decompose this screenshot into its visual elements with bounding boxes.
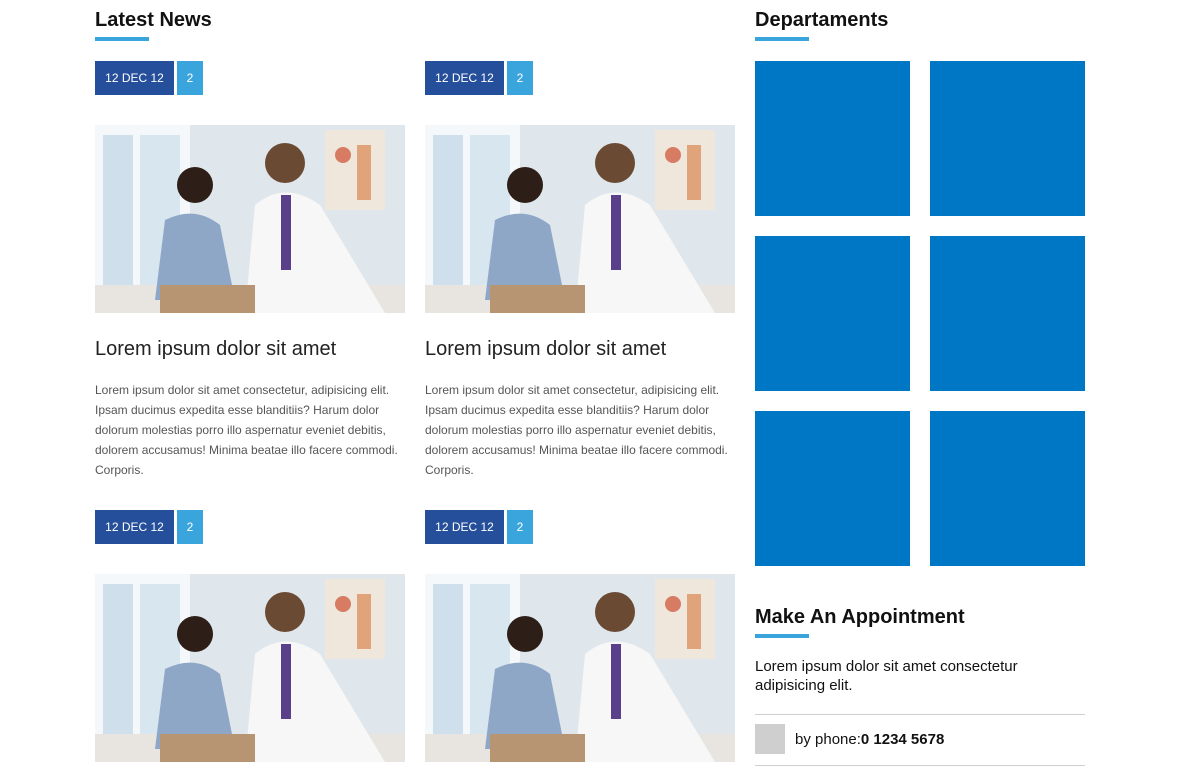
phone-number[interactable]: 0 1234 5678 (861, 731, 944, 748)
news-meta-3: 12 DEC 12 2 (95, 510, 203, 544)
news-image[interactable] (425, 125, 735, 313)
comment-count-badge[interactable]: 2 (507, 61, 533, 95)
latest-news-underline (95, 37, 149, 41)
comment-count-badge[interactable]: 2 (177, 510, 203, 544)
date-badge[interactable]: 12 DEC 12 (425, 510, 504, 544)
news-meta-4: 12 DEC 12 2 (425, 510, 533, 544)
news-image[interactable] (425, 574, 735, 762)
news-headline[interactable]: Lorem ipsum dolor sit amet (95, 337, 336, 361)
appointment-title: Make An Appointment (755, 606, 965, 628)
date-badge[interactable]: 12 DEC 12 (425, 61, 504, 95)
department-tile[interactable] (930, 236, 1085, 391)
date-badge[interactable]: 12 DEC 12 (95, 61, 174, 95)
phone-icon (755, 724, 785, 754)
news-excerpt: Lorem ipsum dolor sit amet consectetur, … (425, 383, 728, 477)
news-excerpt: Lorem ipsum dolor sit amet consectetur, … (95, 383, 398, 477)
department-tile[interactable] (755, 236, 910, 391)
news-meta-1: 12 DEC 12 2 (95, 61, 203, 95)
phone-contact: by phone:0 1234 5678 (755, 724, 944, 754)
comment-count-badge[interactable]: 2 (177, 61, 203, 95)
appointment-description: Lorem ipsum dolor sit amet consectetur a… (755, 658, 1018, 694)
phone-label: by phone: (795, 730, 861, 748)
date-badge[interactable]: 12 DEC 12 (95, 510, 174, 544)
appointment-underline (755, 634, 809, 638)
news-image[interactable] (95, 125, 405, 313)
latest-news-title: Latest News (95, 9, 212, 31)
news-meta-2: 12 DEC 12 2 (425, 61, 533, 95)
comment-count-badge[interactable]: 2 (507, 510, 533, 544)
departments-underline (755, 37, 809, 41)
department-tile[interactable] (930, 411, 1085, 566)
department-tile[interactable] (755, 411, 910, 566)
department-tile[interactable] (930, 61, 1085, 216)
news-image[interactable] (95, 574, 405, 762)
news-headline[interactable]: Lorem ipsum dolor sit amet (425, 337, 666, 361)
divider (755, 765, 1085, 766)
departments-title: Departaments (755, 9, 889, 31)
divider (755, 714, 1085, 715)
phone-text: by phone:0 1234 5678 (795, 731, 944, 748)
department-tile[interactable] (755, 61, 910, 216)
